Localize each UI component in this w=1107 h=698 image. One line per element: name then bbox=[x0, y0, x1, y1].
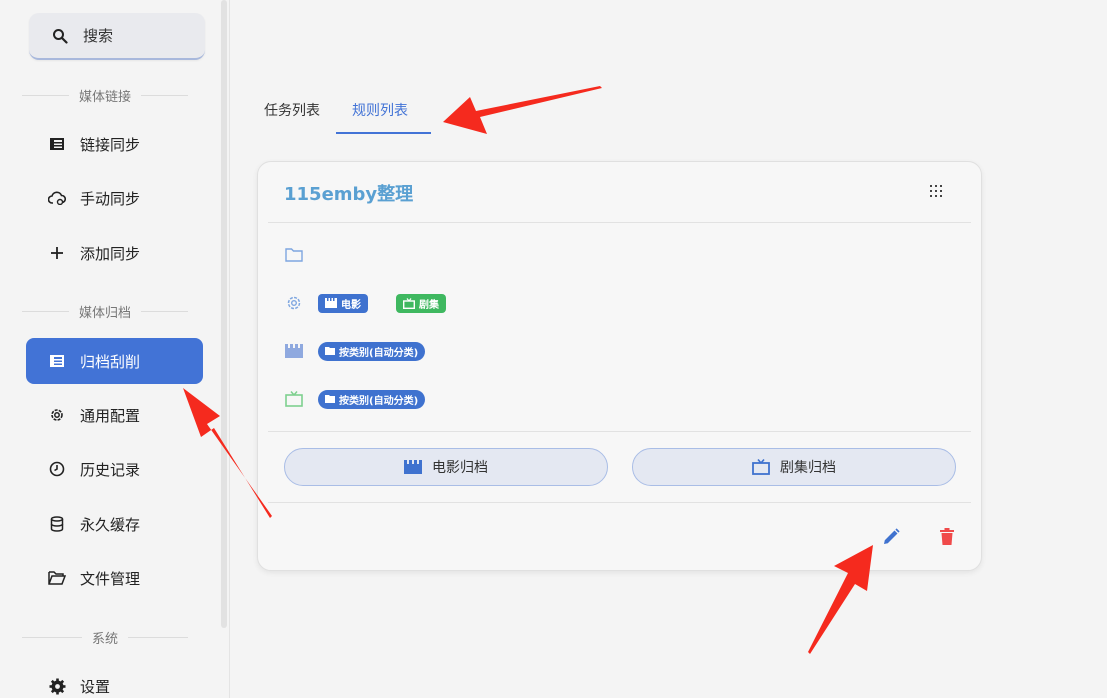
tv-chip: 剧集 bbox=[396, 293, 446, 313]
clapperboard-icon bbox=[284, 341, 304, 361]
sidebar-item-label: 设置 bbox=[80, 677, 111, 696]
rule-title: 115emby整理 bbox=[284, 184, 414, 205]
tab-task-list[interactable]: 任务列表 bbox=[248, 84, 336, 134]
sidebar-item-label: 链接同步 bbox=[80, 135, 141, 154]
sidebar-item-label: 归档刮削 bbox=[80, 352, 141, 371]
sidebar-item-label: 手动同步 bbox=[80, 189, 141, 208]
tab-rule-list[interactable]: 规则列表 bbox=[336, 84, 431, 134]
divider bbox=[268, 502, 971, 503]
sidebar-item-general-config[interactable]: 通用配置 bbox=[26, 392, 203, 438]
tv-icon bbox=[403, 297, 415, 309]
media-type-row: 电影 剧集 bbox=[284, 290, 446, 316]
divider bbox=[268, 431, 971, 432]
sidebar-item-manual-sync[interactable]: 手动同步 bbox=[26, 175, 203, 221]
plus-icon bbox=[48, 244, 66, 262]
rule-card: 115emby整理 电影 剧集 按类别(自动分类) 按类别(自动分类) 电影归档… bbox=[257, 161, 982, 571]
sidebar: 搜索 媒体链接 链接同步 手动同步 添加同步 媒体归档 归档刮削 通用配置 历史… bbox=[0, 0, 230, 698]
tv-icon bbox=[284, 389, 304, 409]
tv-archive-button[interactable]: 剧集归档 bbox=[632, 448, 956, 486]
clock-icon bbox=[48, 460, 66, 478]
section-divider-media-archive: 媒体归档 bbox=[22, 301, 189, 321]
trash-icon bbox=[940, 528, 954, 545]
search-icon bbox=[51, 27, 69, 45]
folder-icon bbox=[284, 245, 304, 265]
sidebar-item-label: 永久缓存 bbox=[80, 515, 141, 534]
movie-chip: 电影 bbox=[318, 293, 368, 313]
folder-icon bbox=[325, 395, 335, 403]
sidebar-item-file-manager[interactable]: 文件管理 bbox=[26, 555, 203, 601]
movie-rule-row: 按类别(自动分类) bbox=[284, 338, 426, 364]
tv-rule-pill: 按类别(自动分类) bbox=[318, 389, 426, 409]
gear-icon bbox=[284, 293, 304, 313]
movie-archive-button[interactable]: 电影归档 bbox=[284, 448, 608, 486]
sidebar-item-label: 添加同步 bbox=[80, 244, 141, 263]
sidebar-item-label: 历史记录 bbox=[80, 460, 141, 479]
movie-rule-pill: 按类别(自动分类) bbox=[318, 341, 426, 361]
pencil-icon bbox=[884, 528, 900, 544]
database-icon bbox=[48, 515, 66, 533]
delete-button[interactable] bbox=[936, 526, 958, 548]
clapperboard-icon bbox=[325, 298, 337, 308]
section-divider-system: 系统 bbox=[22, 627, 189, 647]
cloud-sync-icon bbox=[48, 189, 66, 207]
gear-icon bbox=[48, 406, 66, 424]
source-folder-row bbox=[284, 242, 304, 268]
sidebar-item-label: 文件管理 bbox=[80, 569, 141, 588]
sidebar-item-cache[interactable]: 永久缓存 bbox=[26, 501, 203, 547]
folder-open-icon bbox=[48, 569, 66, 587]
sidebar-item-link-sync[interactable]: 链接同步 bbox=[26, 121, 203, 167]
table-icon bbox=[48, 135, 66, 153]
gear-icon bbox=[48, 677, 66, 695]
sidebar-scrollbar[interactable] bbox=[221, 0, 227, 628]
edit-button[interactable] bbox=[880, 526, 902, 548]
sidebar-item-archive-scrape[interactable]: 归档刮削 bbox=[26, 338, 203, 384]
drag-handle-icon[interactable] bbox=[929, 184, 943, 198]
tab-bar: 任务列表 规则列表 bbox=[248, 84, 431, 134]
folder-icon bbox=[325, 347, 335, 355]
annotation-arrow bbox=[443, 86, 602, 134]
tv-rule-row: 按类别(自动分类) bbox=[284, 386, 426, 412]
sidebar-item-add-sync[interactable]: 添加同步 bbox=[26, 230, 203, 276]
sidebar-item-settings[interactable]: 设置 bbox=[26, 663, 203, 698]
table-icon bbox=[48, 352, 66, 370]
search-label: 搜索 bbox=[83, 27, 114, 45]
sidebar-item-label: 通用配置 bbox=[80, 406, 141, 425]
sidebar-item-history[interactable]: 历史记录 bbox=[26, 446, 203, 492]
search-button[interactable]: 搜索 bbox=[29, 13, 205, 60]
tv-icon bbox=[752, 459, 770, 475]
section-divider-media-link: 媒体链接 bbox=[22, 85, 189, 105]
divider bbox=[268, 222, 971, 223]
clapperboard-icon bbox=[404, 460, 422, 474]
